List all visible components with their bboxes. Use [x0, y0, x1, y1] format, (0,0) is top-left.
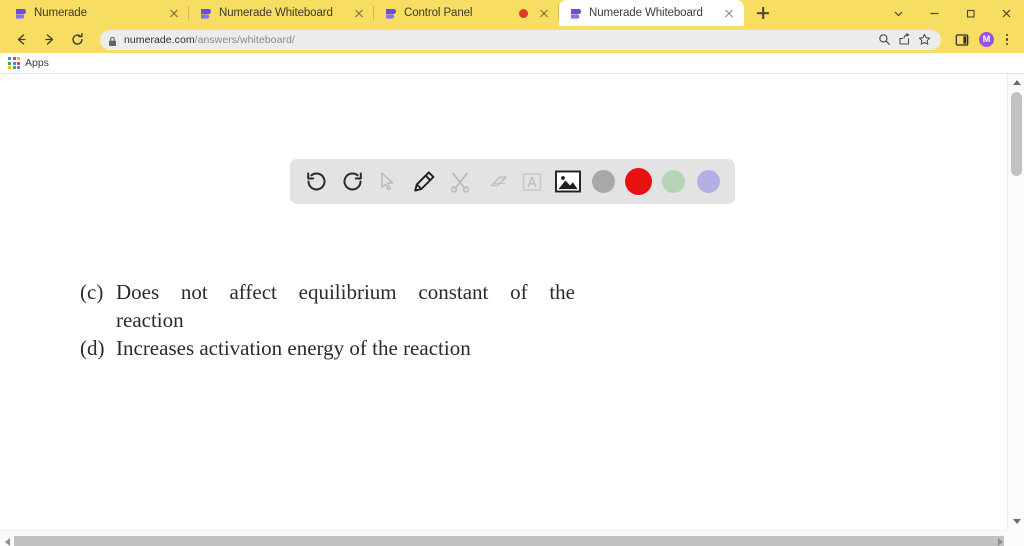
undo-icon[interactable] — [298, 164, 334, 200]
scroll-up-arrow-icon[interactable] — [1008, 74, 1024, 91]
numerade-favicon-icon — [569, 7, 582, 20]
back-icon[interactable] — [8, 29, 34, 51]
color-swatch-red[interactable] — [625, 168, 652, 195]
horizontal-scrollbar[interactable] — [0, 530, 1024, 546]
scroll-right-arrow-icon[interactable] — [993, 531, 1007, 546]
search-icon[interactable] — [875, 31, 893, 49]
horizontal-scroll-thumb[interactable] — [14, 536, 1004, 546]
bookmark-apps[interactable]: Apps — [8, 57, 49, 69]
url-path: /answers/whiteboard/ — [194, 33, 295, 46]
option-text-c: Does not affect equilibrium constant of … — [116, 280, 575, 304]
numerade-favicon-icon — [384, 7, 397, 20]
tab-close-icon[interactable] — [167, 6, 181, 20]
recording-indicator-icon — [519, 8, 528, 18]
tab-title: Numerade — [34, 7, 87, 19]
close-icon[interactable] — [988, 0, 1024, 26]
scroll-left-arrow-icon[interactable] — [0, 531, 14, 546]
tab-search-chevron-down-icon[interactable] — [880, 0, 916, 26]
tab-close-icon[interactable] — [722, 6, 736, 20]
vertical-scrollbar[interactable] — [1007, 74, 1024, 530]
browser-window: Numerade Numerade Whiteboard Control Pan… — [0, 0, 1024, 546]
new-tab-button[interactable] — [750, 2, 776, 24]
whiteboard-line: (d) Increases activation energy of the r… — [80, 335, 575, 363]
toolbar-actions: M — [949, 29, 1016, 51]
tab-1[interactable]: Numerade Whiteboard — [189, 0, 374, 26]
maximize-icon[interactable] — [952, 0, 988, 26]
url-host: numerade.com — [124, 33, 195, 46]
page-content: (c) Does not affect equilibrium constant… — [0, 74, 1024, 546]
lock-icon — [108, 34, 117, 46]
option-label-c: (c) — [80, 280, 104, 304]
tab-3[interactable]: Numerade Whiteboard — [559, 0, 744, 26]
bookmarks-bar: Apps — [0, 53, 1024, 74]
numerade-favicon-icon — [199, 7, 212, 20]
color-swatch-green[interactable] — [662, 170, 685, 193]
side-panel-icon[interactable] — [949, 29, 975, 51]
pencil-icon[interactable] — [406, 164, 442, 200]
numerade-favicon-icon — [14, 7, 27, 20]
url-text: numerade.com/answers/whiteboard/ — [124, 34, 295, 46]
whiteboard-toolbar — [290, 159, 735, 204]
reload-icon[interactable] — [64, 29, 90, 51]
cursor-icon[interactable] — [370, 164, 406, 200]
redo-icon[interactable] — [334, 164, 370, 200]
bookmark-star-icon[interactable] — [915, 31, 933, 49]
tab-2[interactable]: Control Panel — [374, 0, 559, 26]
image-icon[interactable] — [550, 164, 586, 200]
tab-0[interactable]: Numerade — [4, 0, 189, 26]
tab-title: Control Panel — [404, 7, 473, 19]
bookmark-label: Apps — [25, 57, 49, 69]
option-text-d: Increases activation energy of the react… — [116, 335, 471, 360]
whiteboard-canvas[interactable]: (c) Does not affect equilibrium constant… — [0, 74, 1007, 530]
whiteboard-line: reaction — [80, 307, 575, 335]
color-swatch-gray[interactable] — [592, 170, 615, 193]
profile-avatar[interactable]: M — [979, 32, 994, 47]
vertical-scroll-thumb[interactable] — [1011, 92, 1022, 176]
color-swatch-purple[interactable] — [697, 170, 720, 193]
window-controls — [880, 0, 1024, 26]
tab-close-icon[interactable] — [352, 6, 366, 20]
eraser-icon[interactable] — [478, 164, 514, 200]
navigation-toolbar: numerade.com/answers/whiteboard/ M — [0, 26, 1024, 53]
tab-title: Numerade Whiteboard — [219, 7, 333, 19]
omnibox-actions — [875, 31, 933, 49]
scrollbar-corner — [1007, 530, 1024, 546]
tab-strip: Numerade Numerade Whiteboard Control Pan… — [0, 0, 1024, 26]
browser-menu-icon[interactable] — [998, 30, 1016, 50]
address-bar[interactable]: numerade.com/answers/whiteboard/ — [100, 29, 941, 50]
shapes-icon[interactable] — [442, 164, 478, 200]
tab-close-icon[interactable] — [537, 6, 551, 20]
apps-grid-icon — [8, 57, 20, 69]
whiteboard-text-content: (c) Does not affect equilibrium constant… — [80, 279, 575, 363]
option-text-c-continuation: reaction — [116, 307, 184, 332]
minimize-icon[interactable] — [916, 0, 952, 26]
scroll-down-arrow-icon[interactable] — [1008, 513, 1024, 530]
tab-title: Numerade Whiteboard — [589, 7, 703, 19]
whiteboard-line: (c) Does not affect equilibrium constant… — [80, 279, 575, 307]
text-icon[interactable] — [514, 164, 550, 200]
share-icon[interactable] — [895, 31, 913, 49]
option-label-d: (d) — [80, 335, 105, 360]
forward-icon[interactable] — [36, 29, 62, 51]
